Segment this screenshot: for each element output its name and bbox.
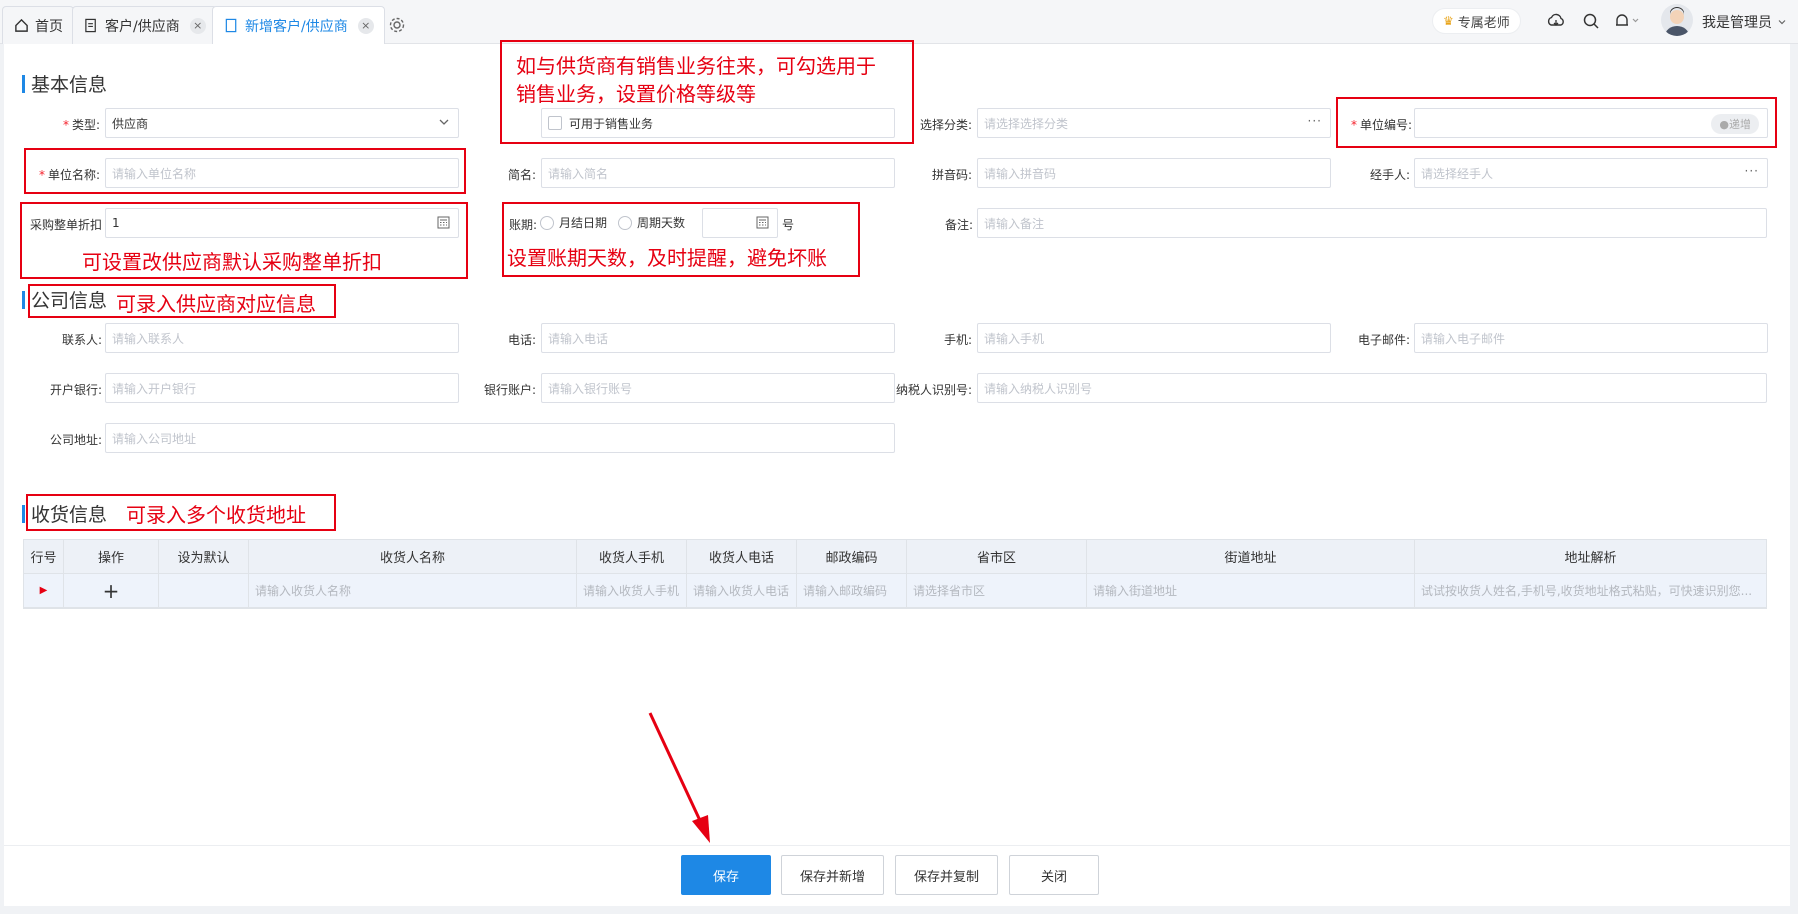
- user-name[interactable]: 我是管理员: [1702, 12, 1772, 32]
- bank-account-input[interactable]: 请输入银行账号: [541, 373, 895, 403]
- close-icon[interactable]: ×: [189, 17, 206, 34]
- save-and-copy-button[interactable]: 保存并复制: [895, 855, 998, 895]
- handler-placeholder: 请选择经手人: [1421, 166, 1494, 181]
- save-and-new-button[interactable]: 保存并新增: [781, 855, 884, 895]
- column-header: 设为默认: [159, 540, 249, 573]
- gear-icon[interactable]: [388, 16, 406, 34]
- search-icon[interactable]: [1580, 10, 1602, 32]
- column-header: 省市区: [907, 540, 1087, 573]
- tab-label: 新增客户/供应商: [245, 18, 348, 35]
- bank-input[interactable]: 请输入开户银行: [105, 373, 459, 403]
- annotation-line: 销售业务，设置价格等级等: [516, 82, 756, 106]
- annotation-arrow: [648, 712, 710, 843]
- teacher-label: 专属老师: [1457, 15, 1510, 31]
- tab-label: 首页: [35, 18, 63, 35]
- category-placeholder: 请选择选择分类: [984, 116, 1069, 131]
- receiver-mobile-cell[interactable]: 请输入收货人手机: [577, 574, 687, 607]
- pinyin-label: 拼音码:: [931, 168, 972, 182]
- table-row[interactable]: ▶ + 请输入收货人名称 请输入收货人手机 请输入收货人电话 请输入邮政编码 请…: [24, 574, 1766, 608]
- receiver-phone-cell[interactable]: 请输入收货人电话: [687, 574, 797, 607]
- bell-icon[interactable]: [1611, 10, 1641, 32]
- handler-label: 经手人:: [1369, 168, 1410, 182]
- more-icon[interactable]: ···: [1308, 114, 1322, 128]
- tax-id-input[interactable]: 请输入纳税人识别号: [977, 373, 1767, 403]
- email-label: 电子邮件:: [1357, 333, 1410, 347]
- tax-id-label: 纳税人识别号:: [896, 383, 973, 397]
- column-header: 收货人手机: [577, 540, 687, 573]
- annotation-company: 可录入供应商对应信息: [116, 292, 316, 316]
- save-button[interactable]: 保存: [681, 855, 771, 895]
- section-title: 基本信息: [31, 74, 108, 96]
- annotation-line: 如与供货商有销售业务往来，可勾选用于: [516, 54, 876, 78]
- annotation-box-unit-name: [24, 148, 466, 194]
- column-header: 收货人电话: [687, 540, 797, 573]
- annotation-period: 设置账期天数，及时提醒，避免坏账: [507, 246, 827, 270]
- bank-label: 开户银行:: [49, 383, 102, 397]
- tab-home[interactable]: 首页: [2, 6, 74, 44]
- delivery-table: 行号 操作 设为默认 收货人名称 收货人手机 收货人电话 邮政编码 省市区 街道…: [23, 539, 1767, 609]
- more-icon[interactable]: ···: [1745, 164, 1759, 178]
- column-header: 操作: [64, 540, 159, 573]
- document-icon: [223, 18, 239, 34]
- street-address-cell[interactable]: 请输入街道地址: [1087, 574, 1415, 607]
- column-header: 街道地址: [1087, 540, 1415, 573]
- tab-new-customer-supplier[interactable]: 新增客户/供应商 ×: [212, 6, 385, 44]
- add-row-button[interactable]: +: [64, 574, 159, 607]
- category-picker[interactable]: 请选择选择分类 ···: [977, 108, 1331, 138]
- document-icon: [83, 18, 99, 34]
- region-cell[interactable]: 请选择省市区: [907, 574, 1087, 607]
- short-name-input[interactable]: 请输入简名: [541, 158, 895, 188]
- mobile-input[interactable]: 请输入手机: [977, 323, 1331, 353]
- annotation-discount: 可设置改供应商默认采购整单折扣: [82, 250, 382, 274]
- type-label: * 类型:: [62, 118, 100, 132]
- receiver-name-cell[interactable]: 请输入收货人名称: [249, 574, 577, 607]
- cloud-download-icon[interactable]: [1545, 10, 1567, 32]
- table-header: 行号 操作 设为默认 收货人名称 收货人手机 收货人电话 邮政编码 省市区 街道…: [24, 540, 1766, 574]
- annotation-box-unit-code: [1336, 97, 1777, 148]
- tab-customer-supplier[interactable]: 客户/供应商 ×: [72, 6, 217, 44]
- type-select[interactable]: 供应商: [105, 108, 459, 138]
- top-bar: 首页 客户/供应商 × 新增客户/供应商 × ♛ 专属老师 我是管理员: [0, 0, 1798, 44]
- handler-picker[interactable]: 请选择经手人 ···: [1414, 158, 1768, 188]
- phone-input[interactable]: 请输入电话: [541, 323, 895, 353]
- bank-account-label: 银行账户:: [483, 383, 536, 397]
- section-basic-info: 基本信息: [22, 70, 107, 97]
- close-icon[interactable]: ×: [357, 17, 374, 34]
- close-button[interactable]: 关闭: [1009, 855, 1099, 895]
- column-header: 邮政编码: [797, 540, 907, 573]
- address-parse-cell[interactable]: 试试按收货人姓名,手机号,收货地址格式粘贴，可快速识别您...: [1415, 574, 1766, 607]
- section-marker: [22, 290, 25, 309]
- section-marker: [22, 74, 25, 93]
- annotation-delivery: 可录入多个收货地址: [126, 503, 306, 527]
- set-default-cell[interactable]: [159, 574, 249, 607]
- tab-label: 客户/供应商: [105, 18, 180, 35]
- chevron-down-icon: [438, 116, 450, 131]
- company-address-input[interactable]: 请输入公司地址: [105, 423, 895, 453]
- home-icon: [13, 18, 29, 34]
- remark-label: 备注:: [944, 218, 973, 232]
- column-header: 行号: [24, 540, 64, 573]
- avatar[interactable]: [1661, 4, 1693, 36]
- phone-label: 电话:: [507, 333, 536, 347]
- contact-label: 联系人:: [61, 333, 102, 347]
- short-name-label: 简名:: [507, 168, 536, 182]
- company-address-label: 公司地址:: [49, 433, 102, 447]
- pinyin-input[interactable]: 请输入拼音码: [977, 158, 1331, 188]
- current-row-icon: ▶: [24, 574, 64, 607]
- email-input[interactable]: 请输入电子邮件: [1414, 323, 1768, 353]
- column-header: 收货人名称: [249, 540, 577, 573]
- crown-icon: ♛: [1443, 14, 1454, 28]
- type-value: 供应商: [112, 116, 149, 131]
- dedicated-teacher-button[interactable]: ♛ 专属老师: [1432, 8, 1521, 34]
- mobile-label: 手机:: [943, 333, 972, 347]
- column-header: 地址解析: [1564, 551, 1617, 566]
- contact-input[interactable]: 请输入联系人: [105, 323, 459, 353]
- annotation-sales: 如与供货商有销售业务往来，可勾选用于 销售业务，设置价格等级等: [516, 52, 876, 108]
- section-marker: [22, 504, 25, 523]
- zip-code-cell[interactable]: 请输入邮政编码: [797, 574, 907, 607]
- chevron-down-icon[interactable]: [1774, 11, 1790, 33]
- remark-input[interactable]: 请输入备注: [977, 208, 1767, 238]
